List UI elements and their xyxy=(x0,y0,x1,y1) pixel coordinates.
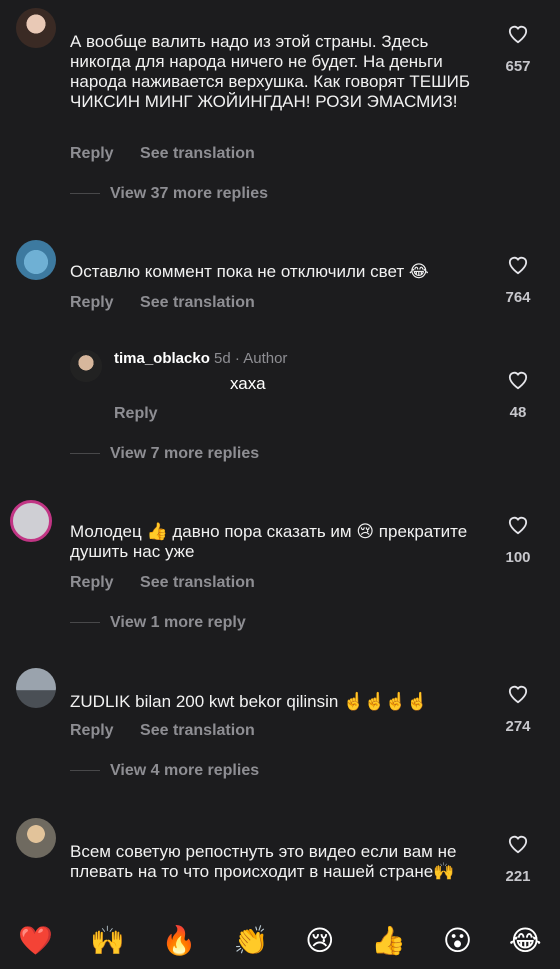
comment-text: ZUDLIK bilan 200 kwt bekor qilinsin ☝️☝️… xyxy=(70,692,428,711)
avatar[interactable] xyxy=(10,500,52,542)
like-count: 221 xyxy=(505,868,531,885)
crying-emoji-icon[interactable]: 😢 xyxy=(305,924,334,957)
reply-button[interactable]: Reply xyxy=(114,405,158,422)
avatar[interactable] xyxy=(16,668,56,708)
clap-emoji-icon[interactable]: 👏 xyxy=(233,924,268,957)
heart-icon xyxy=(508,685,528,704)
reply-meta: 5d · Author xyxy=(214,350,288,367)
view-more-replies[interactable]: View 1 more reply xyxy=(70,614,246,632)
like-button[interactable]: 274 xyxy=(498,684,538,735)
laughing-emoji-icon[interactable]: 😂 xyxy=(509,924,542,957)
heart-icon xyxy=(508,25,528,44)
comment-text: Всем советую репостнуть это видео если в… xyxy=(70,842,457,881)
like-count: 657 xyxy=(505,58,531,75)
like-count: 274 xyxy=(505,718,531,735)
heart-icon xyxy=(508,371,528,390)
avatar[interactable] xyxy=(16,240,56,280)
avatar[interactable] xyxy=(16,8,56,48)
reply-button[interactable]: Reply xyxy=(70,294,114,311)
view-more-replies[interactable]: View 4 more replies xyxy=(70,762,259,780)
view-more-replies[interactable]: View 7 more replies xyxy=(70,445,259,463)
reply-button[interactable]: Reply xyxy=(70,574,114,591)
avatar[interactable] xyxy=(70,350,102,382)
raised-hands-emoji-icon[interactable]: 🙌 xyxy=(90,924,125,957)
comment-text: Молодец 👍 давно пора сказать им 😢 прекра… xyxy=(70,522,468,561)
like-button[interactable]: 764 xyxy=(498,255,538,306)
heart-icon xyxy=(508,516,528,535)
surprised-emoji-icon[interactable]: 😮 xyxy=(443,924,472,957)
like-count: 764 xyxy=(505,289,531,306)
divider xyxy=(70,453,100,455)
divider xyxy=(70,622,100,624)
see-translation-button[interactable]: See translation xyxy=(140,145,255,162)
avatar[interactable] xyxy=(16,818,56,858)
like-count: 48 xyxy=(509,404,527,421)
comment-4: ZUDLIK bilan 200 kwt bekor qilinsin ☝️☝️… xyxy=(0,660,560,800)
like-button[interactable]: 48 xyxy=(498,370,538,421)
emoji-reaction-bar: ❤️ 🙌 🔥 👏 😢 👍 😮 😂 xyxy=(0,912,560,969)
heart-icon xyxy=(508,256,528,275)
like-button[interactable]: 657 xyxy=(498,24,538,75)
comment-5: Всем советую репостнуть это видео если в… xyxy=(0,810,560,910)
comment-2: Оставлю коммент пока не отключили свет 😂… xyxy=(0,230,560,480)
thumbs-up-emoji-icon[interactable]: 👍 xyxy=(371,924,406,957)
see-translation-button[interactable]: See translation xyxy=(140,574,255,591)
comment-text: А вообще валить надо из этой страны. Зде… xyxy=(70,32,471,111)
heart-icon xyxy=(508,835,528,854)
divider xyxy=(70,770,100,772)
like-count: 100 xyxy=(505,549,531,566)
comment-3: Молодец 👍 давно пора сказать им 😢 прекра… xyxy=(0,490,560,650)
see-translation-button[interactable]: See translation xyxy=(140,294,255,311)
view-more-replies[interactable]: View 37 more replies xyxy=(70,185,268,203)
reply-button[interactable]: Reply xyxy=(70,722,114,739)
reply-button[interactable]: Reply xyxy=(70,145,114,162)
like-button[interactable]: 100 xyxy=(498,515,538,566)
comment-1: А вообще валить надо из этой страны. Зде… xyxy=(0,0,560,210)
heart-emoji-icon[interactable]: ❤️ xyxy=(18,924,53,957)
comment-text: Оставлю коммент пока не отключили свет 😂 xyxy=(70,262,429,281)
see-translation-button[interactable]: See translation xyxy=(140,722,255,739)
reply-text: хаха xyxy=(230,374,266,393)
author-reply: tima_oblacko 5d · Author хаха 48 Reply V… xyxy=(0,350,560,470)
divider xyxy=(70,193,100,195)
username[interactable]: tima_oblacko xyxy=(114,350,210,367)
like-button[interactable]: 221 xyxy=(498,834,538,885)
fire-emoji-icon[interactable]: 🔥 xyxy=(162,924,197,957)
